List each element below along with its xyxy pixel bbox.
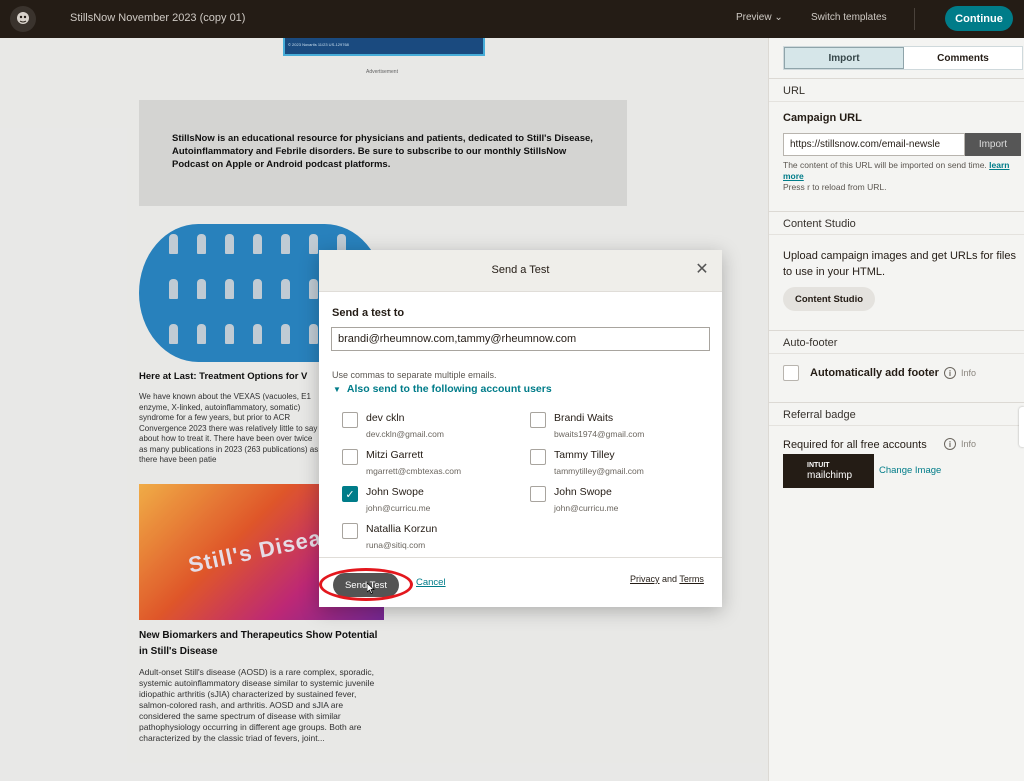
chevron-down-icon: ▼ (333, 385, 341, 394)
user-name: Natallia Korzun (366, 523, 438, 535)
user-name: Brandi Waits (554, 412, 614, 424)
account-user-option[interactable]: John Swope john@curricu.me (530, 486, 710, 522)
preview-label: Preview (736, 12, 772, 23)
pointer-cursor-icon (367, 583, 375, 594)
url-note-text: The content of this URL will be imported… (783, 160, 987, 170)
referral-badge-image: INTUIT mailchimp (783, 454, 874, 488)
close-icon[interactable]: ✕ (695, 262, 709, 278)
badge-mailchimp-text: mailchimp (807, 469, 853, 481)
url-section-header: URL (769, 78, 1024, 102)
info-label[interactable]: Info (961, 368, 976, 378)
user-checkbox[interactable] (342, 523, 358, 539)
user-checkbox[interactable] (342, 449, 358, 465)
mailchimp-logo-icon[interactable] (10, 6, 36, 32)
url-note: The content of this URL will be imported… (783, 160, 1019, 193)
campaign-title: StillsNow November 2023 (copy 01) (70, 12, 246, 24)
checkmark-icon[interactable]: ✓ (342, 486, 358, 502)
account-user-option[interactable]: Brandi Waits bwaits1974@gmail.com (530, 412, 710, 448)
info-label[interactable]: Info (961, 439, 976, 449)
auto-footer-checkbox[interactable] (783, 365, 799, 381)
user-checkbox[interactable] (530, 449, 546, 465)
content-studio-section-header: Content Studio (769, 211, 1024, 235)
scroll-handle[interactable] (1019, 407, 1024, 447)
user-email: dev.ckln@gmail.com (366, 429, 444, 439)
change-image-link[interactable]: Change Image (879, 465, 941, 476)
account-user-option[interactable]: Tammy Tilley tammytilley@gmail.com (530, 449, 710, 485)
auto-footer-label: Automatically add footer (810, 367, 939, 379)
terms-link[interactable]: Terms (679, 574, 704, 584)
preview-dropdown[interactable]: Preview ⌄ (736, 12, 783, 23)
user-name: John Swope (554, 486, 612, 498)
user-email: runa@sitiq.com (366, 540, 426, 550)
account-users-toggle[interactable]: ▼ Also send to the following account user… (333, 383, 552, 395)
right-panel: Import Comments URL Campaign URL https:/… (768, 38, 1024, 781)
user-checkbox[interactable] (530, 412, 546, 428)
content-studio-description: Upload campaign images and get URLs for … (783, 250, 1016, 278)
panel-tabs: Import Comments (783, 46, 1023, 70)
modal-title: Send a Test (491, 264, 550, 276)
tab-import[interactable]: Import (784, 47, 904, 69)
referral-badge-section-header: Referral badge (769, 402, 1024, 426)
modal-header: Send a Test ✕ (319, 250, 722, 292)
user-checkbox[interactable] (342, 412, 358, 428)
user-email: tammytilley@gmail.com (554, 466, 644, 476)
user-email: bwaits1974@gmail.com (554, 429, 645, 439)
send-test-modal: Send a Test ✕ Send a test to brandi@rheu… (319, 250, 722, 607)
continue-button[interactable]: Continue (945, 6, 1013, 31)
content-studio-button[interactable]: Content Studio (783, 287, 875, 311)
account-user-option[interactable]: Natallia Korzun runa@sitiq.com (342, 523, 522, 559)
badge-intuit-text: INTUIT (807, 461, 830, 469)
account-user-option[interactable]: ✓ John Swope john@curricu.me (342, 486, 522, 522)
user-name: John Swope (366, 486, 424, 498)
and-text: and (662, 574, 678, 584)
auto-footer-section-header: Auto-footer (769, 330, 1024, 354)
user-email: john@curricu.me (366, 503, 431, 513)
campaign-url-label: Campaign URL (783, 112, 862, 124)
user-name: Mitzi Garrett (366, 449, 424, 461)
top-bar: StillsNow November 2023 (copy 01) Previe… (0, 0, 1024, 38)
comma-hint: Use commas to separate multiple emails. (332, 370, 497, 380)
test-emails-input[interactable]: brandi@rheumnow.com,tammy@rheumnow.com (331, 327, 710, 351)
send-to-label: Send a test to (332, 307, 405, 319)
divider (914, 8, 915, 30)
info-icon[interactable]: i (944, 438, 956, 450)
account-users-toggle-label: Also send to the following account users (346, 383, 552, 395)
cancel-link[interactable]: Cancel (416, 577, 446, 588)
chevron-down-icon: ⌄ (774, 12, 783, 23)
tab-comments[interactable]: Comments (904, 47, 1022, 69)
user-name: Tammy Tilley (554, 449, 615, 461)
user-email: mgarrett@cmbtexas.com (366, 466, 462, 476)
info-icon[interactable]: i (944, 367, 956, 379)
reload-note: Press r to reload from URL. (783, 182, 887, 192)
switch-templates-link[interactable]: Switch templates (811, 12, 887, 23)
user-email: john@curricu.me (554, 503, 619, 513)
privacy-link[interactable]: Privacy (630, 574, 660, 584)
account-user-option[interactable]: Mitzi Garrett mgarrett@cmbtexas.com (342, 449, 522, 485)
import-button[interactable]: Import (965, 133, 1021, 156)
campaign-url-input[interactable]: https://stillsnow.com/email-newsle (783, 133, 965, 156)
legal-links: Privacy and Terms (630, 574, 704, 584)
user-checkbox[interactable] (530, 486, 546, 502)
highlight-annotation (319, 568, 413, 601)
user-name: dev ckln (366, 412, 405, 424)
account-user-option[interactable]: dev ckln dev.ckln@gmail.com (342, 412, 522, 448)
referral-required-text: Required for all free accounts (783, 439, 927, 451)
